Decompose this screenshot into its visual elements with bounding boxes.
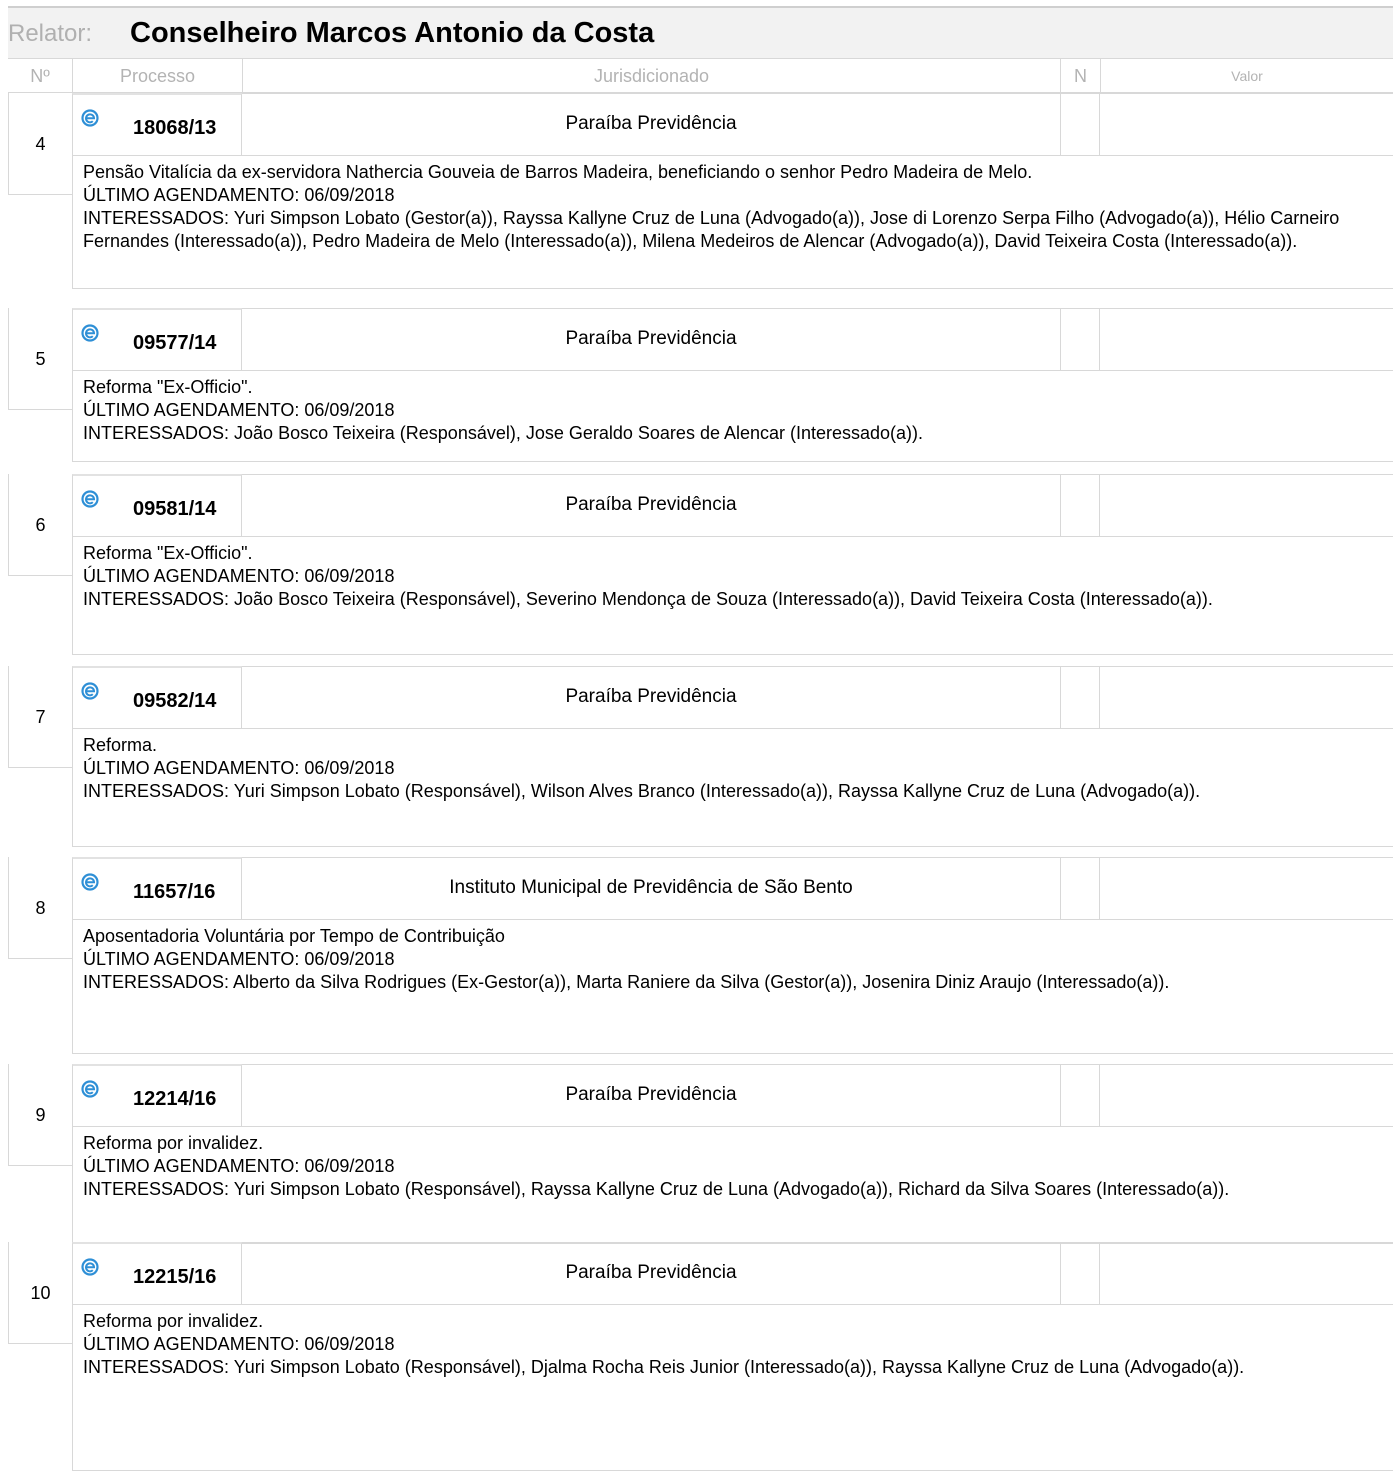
n-cell (1060, 857, 1100, 919)
jurisdicionado-cell: Paraíba Previdência (242, 308, 1060, 370)
entry-interessados: INTERESSADOS: Yuri Simpson Lobato (Respo… (83, 781, 1201, 801)
jurisdicionado-cell: Paraíba Previdência (242, 666, 1060, 728)
document-link-icon[interactable] (81, 324, 99, 342)
header-n: N (1060, 59, 1100, 93)
n-cell (1060, 308, 1100, 370)
entry-agendamento: ÚLTIMO AGENDAMENTO: 06/09/2018 (83, 400, 395, 420)
n-cell (1060, 1064, 1100, 1126)
document-link-icon[interactable] (81, 873, 99, 891)
description-box: Reforma por invalidez. ÚLTIMO AGENDAMENT… (72, 1304, 1393, 1471)
process-entry: 10 12215/16 Paraíba Previdência Reforma … (8, 1242, 1393, 1471)
processo-cell[interactable]: 09577/14 (72, 308, 242, 370)
jurisdicionado-cell: Instituto Municipal de Previdência de Sã… (242, 857, 1060, 919)
process-entry: 8 11657/16 Instituto Municipal de Previd… (8, 857, 1393, 1054)
valor-cell (1100, 474, 1393, 536)
valor-cell (1100, 93, 1393, 155)
entry-description: Reforma por invalidez. (83, 1133, 264, 1153)
description-box: Reforma "Ex-Officio". ÚLTIMO AGENDAMENTO… (72, 536, 1393, 655)
entry-description: Reforma "Ex-Officio". (83, 377, 253, 397)
processo-number[interactable]: 09577/14 (133, 332, 216, 355)
description-box: Pensão Vitalícia da ex-servidora Natherc… (72, 155, 1393, 289)
jurisdicionado-cell: Paraíba Previdência (242, 1242, 1060, 1304)
processo-cell[interactable]: 09582/14 (72, 666, 242, 728)
jurisdicionado-cell: Paraíba Previdência (242, 1064, 1060, 1126)
n-cell (1060, 1242, 1100, 1304)
entry-number: 5 (8, 308, 72, 410)
entry-number: 8 (8, 857, 72, 959)
entry-agendamento: ÚLTIMO AGENDAMENTO: 06/09/2018 (83, 949, 395, 969)
entry-interessados: INTERESSADOS: João Bosco Teixeira (Respo… (83, 423, 924, 443)
entry-description: Reforma por invalidez. (83, 1311, 264, 1331)
jurisdicionado-cell: Paraíba Previdência (242, 93, 1060, 155)
process-entry: 4 18068/13 Paraíba Previdência Pensão Vi… (8, 93, 1393, 289)
description-box: Reforma por invalidez. ÚLTIMO AGENDAMENT… (72, 1126, 1393, 1244)
document-link-icon[interactable] (81, 682, 99, 700)
description-box: Reforma. ÚLTIMO AGENDAMENTO: 06/09/2018 … (72, 728, 1393, 847)
processo-number[interactable]: 09581/14 (133, 498, 216, 521)
entry-number: 9 (8, 1064, 72, 1166)
valor-cell (1100, 1242, 1393, 1304)
processo-number[interactable]: 12214/16 (133, 1088, 216, 1111)
document-link-icon[interactable] (81, 490, 99, 508)
relator-label: Relator: (8, 20, 93, 47)
processo-cell[interactable]: 12214/16 (72, 1064, 242, 1126)
header-processo: Processo (72, 59, 242, 93)
entry-number: 6 (8, 474, 72, 576)
n-cell (1060, 93, 1100, 155)
entry-interessados: INTERESSADOS: Yuri Simpson Lobato (Respo… (83, 1357, 1245, 1377)
entry-interessados: INTERESSADOS: Alberto da Silva Rodrigues… (83, 972, 1170, 992)
document-link-icon[interactable] (81, 1080, 99, 1098)
processo-number[interactable]: 18068/13 (133, 117, 216, 140)
entry-number: 4 (8, 93, 72, 195)
valor-cell (1100, 1064, 1393, 1126)
processo-number[interactable]: 09582/14 (133, 690, 216, 713)
n-cell (1060, 474, 1100, 536)
valor-cell (1100, 666, 1393, 728)
process-entry: 7 09582/14 Paraíba Previdência Reforma. … (8, 666, 1393, 847)
process-entry: 9 12214/16 Paraíba Previdência Reforma p… (8, 1064, 1393, 1244)
relator-name: Conselheiro Marcos Antonio da Costa (130, 17, 655, 49)
processo-number[interactable]: 11657/16 (133, 881, 215, 904)
n-cell (1060, 666, 1100, 728)
process-entry: 6 09581/14 Paraíba Previdência Reforma "… (8, 474, 1393, 655)
header-valor: Valor (1100, 59, 1393, 93)
document-link-icon[interactable] (81, 109, 99, 127)
entry-interessados: INTERESSADOS: Yuri Simpson Lobato (Gesto… (83, 208, 1340, 251)
description-box: Aposentadoria Voluntária por Tempo de Co… (72, 919, 1393, 1054)
entry-agendamento: ÚLTIMO AGENDAMENTO: 06/09/2018 (83, 1334, 395, 1354)
header-num: Nº (30, 66, 50, 86)
entry-interessados: INTERESSADOS: João Bosco Teixeira (Respo… (83, 589, 1213, 609)
entry-number: 7 (8, 666, 72, 768)
jurisdicionado-cell: Paraíba Previdência (242, 474, 1060, 536)
processo-cell[interactable]: 09581/14 (72, 474, 242, 536)
entry-description: Reforma "Ex-Officio". (83, 543, 253, 563)
header-jurisdicionado: Jurisdicionado (242, 59, 1060, 93)
document-link-icon[interactable] (81, 1258, 99, 1276)
processo-cell[interactable]: 18068/13 (72, 93, 242, 155)
entry-number: 10 (8, 1242, 72, 1344)
entry-agendamento: ÚLTIMO AGENDAMENTO: 06/09/2018 (83, 185, 395, 205)
relator-bar: Relator: Conselheiro Marcos Antonio da C… (8, 6, 1393, 59)
table-header: Nº Processo Jurisdicionado N Valor (8, 59, 1393, 93)
processo-cell[interactable]: 11657/16 (72, 857, 242, 919)
entry-agendamento: ÚLTIMO AGENDAMENTO: 06/09/2018 (83, 566, 395, 586)
valor-cell (1100, 308, 1393, 370)
entry-description: Pensão Vitalícia da ex-servidora Natherc… (83, 162, 1033, 182)
processo-number[interactable]: 12215/16 (133, 1266, 216, 1289)
entry-interessados: INTERESSADOS: Yuri Simpson Lobato (Respo… (83, 1179, 1230, 1199)
processo-cell[interactable]: 12215/16 (72, 1242, 242, 1304)
entry-description: Reforma. (83, 735, 158, 755)
description-box: Reforma "Ex-Officio". ÚLTIMO AGENDAMENTO… (72, 370, 1393, 462)
entry-agendamento: ÚLTIMO AGENDAMENTO: 06/09/2018 (83, 1156, 395, 1176)
entry-agendamento: ÚLTIMO AGENDAMENTO: 06/09/2018 (83, 758, 395, 778)
valor-cell (1100, 857, 1393, 919)
process-entry: 5 09577/14 Paraíba Previdência Reforma "… (8, 308, 1393, 462)
entry-description: Aposentadoria Voluntária por Tempo de Co… (83, 926, 505, 946)
